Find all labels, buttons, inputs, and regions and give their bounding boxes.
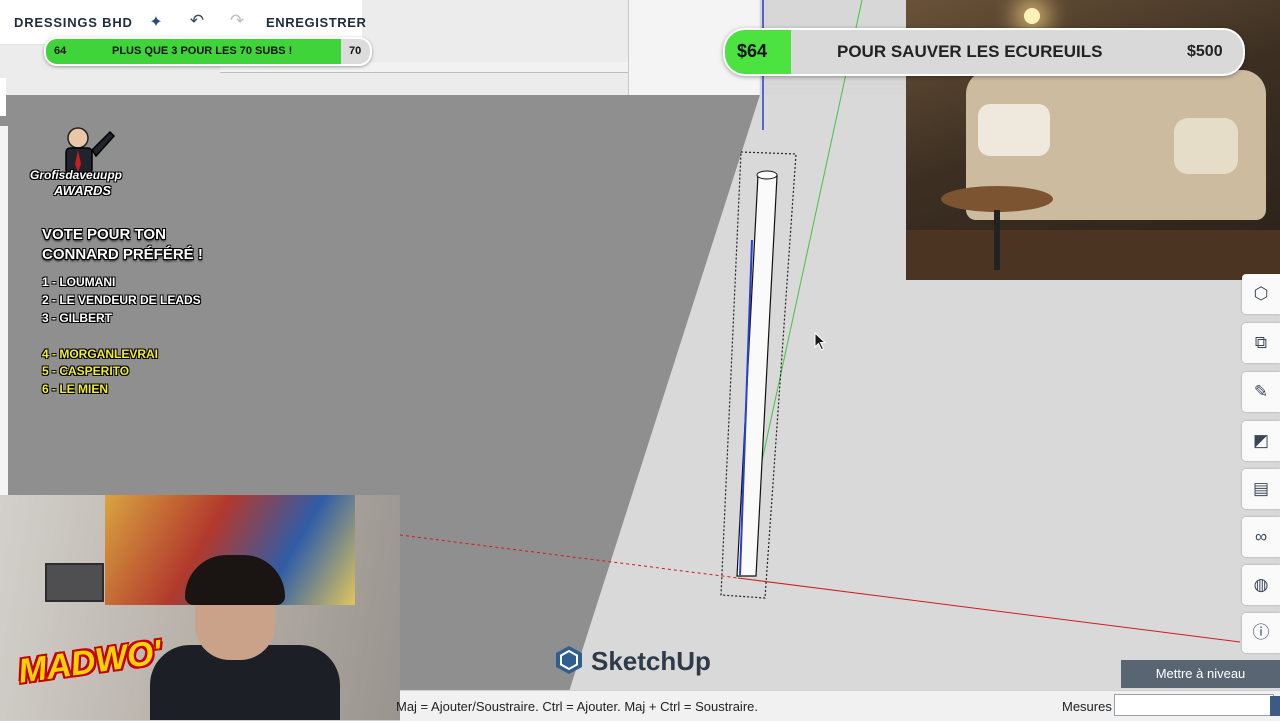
subs-goal-end: 70 bbox=[349, 45, 362, 57]
globe-icon[interactable]: ◍ bbox=[1242, 565, 1280, 605]
cam-pillow bbox=[978, 104, 1050, 156]
scenes-icon[interactable]: ▤ bbox=[1242, 469, 1280, 509]
sparkle-icon[interactable]: ✦ bbox=[146, 12, 166, 32]
donation-target: $500 bbox=[1187, 43, 1223, 60]
sketchup-logo-icon bbox=[556, 646, 582, 674]
left-panel-edge bbox=[0, 78, 6, 116]
vote-candidate: 2 - LE VENDEUR DE LEADS bbox=[42, 293, 201, 307]
subs-goal-label: PLUS QUE 3 POUR LES 70 SUBS ! bbox=[112, 45, 293, 57]
redo-icon[interactable]: ↷ bbox=[227, 11, 247, 31]
info-icon[interactable]: ⓘ bbox=[1242, 613, 1280, 653]
donation-label: POUR SAUVER LES ECUREUILS bbox=[837, 42, 1103, 61]
left-panel-edge-lower bbox=[0, 126, 8, 496]
pencil-icon[interactable]: ✎ bbox=[1242, 372, 1280, 412]
vote-candidate: 1 - LOUMANI bbox=[42, 275, 116, 289]
cam-shelf bbox=[45, 563, 104, 602]
cam-pillow bbox=[1174, 118, 1238, 174]
save-button[interactable]: ENREGISTRER bbox=[266, 15, 367, 30]
upgrade-button[interactable]: Mettre à niveau bbox=[1121, 660, 1280, 688]
mouse-cursor-icon bbox=[814, 332, 827, 351]
vote-title-line1: VOTE POUR TON bbox=[42, 226, 166, 243]
glasses-icon[interactable]: ∞ bbox=[1242, 517, 1280, 557]
cam-floor bbox=[906, 230, 1280, 280]
status-bar: Maj = Ajouter/Soustraire. Ctrl = Ajouter… bbox=[396, 690, 1280, 721]
awards-name: Grofisdaveuupp bbox=[30, 168, 123, 182]
vote-candidate: 3 - GILBERT bbox=[42, 311, 113, 325]
vote-candidate: 5 - CASPERITO bbox=[42, 364, 130, 378]
paint-bucket-icon[interactable]: ◩ bbox=[1242, 421, 1280, 461]
donation-goal-bar: $64 POUR SAUVER LES ECUREUILS $500 bbox=[723, 28, 1245, 76]
sketchup-mini-icon[interactable] bbox=[1270, 696, 1280, 716]
measures-input[interactable] bbox=[1114, 694, 1274, 716]
donation-current: $64 bbox=[737, 41, 768, 61]
cam-table-leg bbox=[994, 210, 1000, 270]
subs-goal-start: 64 bbox=[54, 45, 67, 57]
undo-icon[interactable]: ↶ bbox=[187, 11, 207, 31]
status-hint: Maj = Ajouter/Soustraire. Ctrl = Ajouter… bbox=[396, 699, 758, 714]
view-cube-icon[interactable]: ⬡ bbox=[1242, 274, 1280, 314]
sketchup-brand-name: SketchUp bbox=[591, 646, 711, 676]
vote-candidate: 6 - LE MIEN bbox=[42, 382, 109, 396]
cylinder-top bbox=[756, 170, 778, 180]
project-name[interactable]: DRESSINGS BHD bbox=[14, 15, 133, 30]
vote-title-line2: CONNARD PRÉFÉRÉ ! bbox=[42, 246, 203, 263]
cam-coffee-table bbox=[941, 186, 1053, 212]
components-icon[interactable]: ⧉ bbox=[1242, 323, 1280, 363]
awards-subtitle: AWARDS bbox=[54, 183, 112, 198]
measures-label: Mesures bbox=[1062, 699, 1112, 714]
right-toolbar: ⬡ ⧉ ✎ ◩ ▤ ∞ ◍ ⓘ bbox=[1242, 272, 1280, 660]
vote-candidate: 4 - MORGANLEVRAI bbox=[42, 347, 159, 361]
cam-lamp bbox=[1024, 8, 1040, 24]
subs-goal-bar: 64 PLUS QUE 3 POUR LES 70 SUBS ! 70 bbox=[44, 37, 372, 66]
